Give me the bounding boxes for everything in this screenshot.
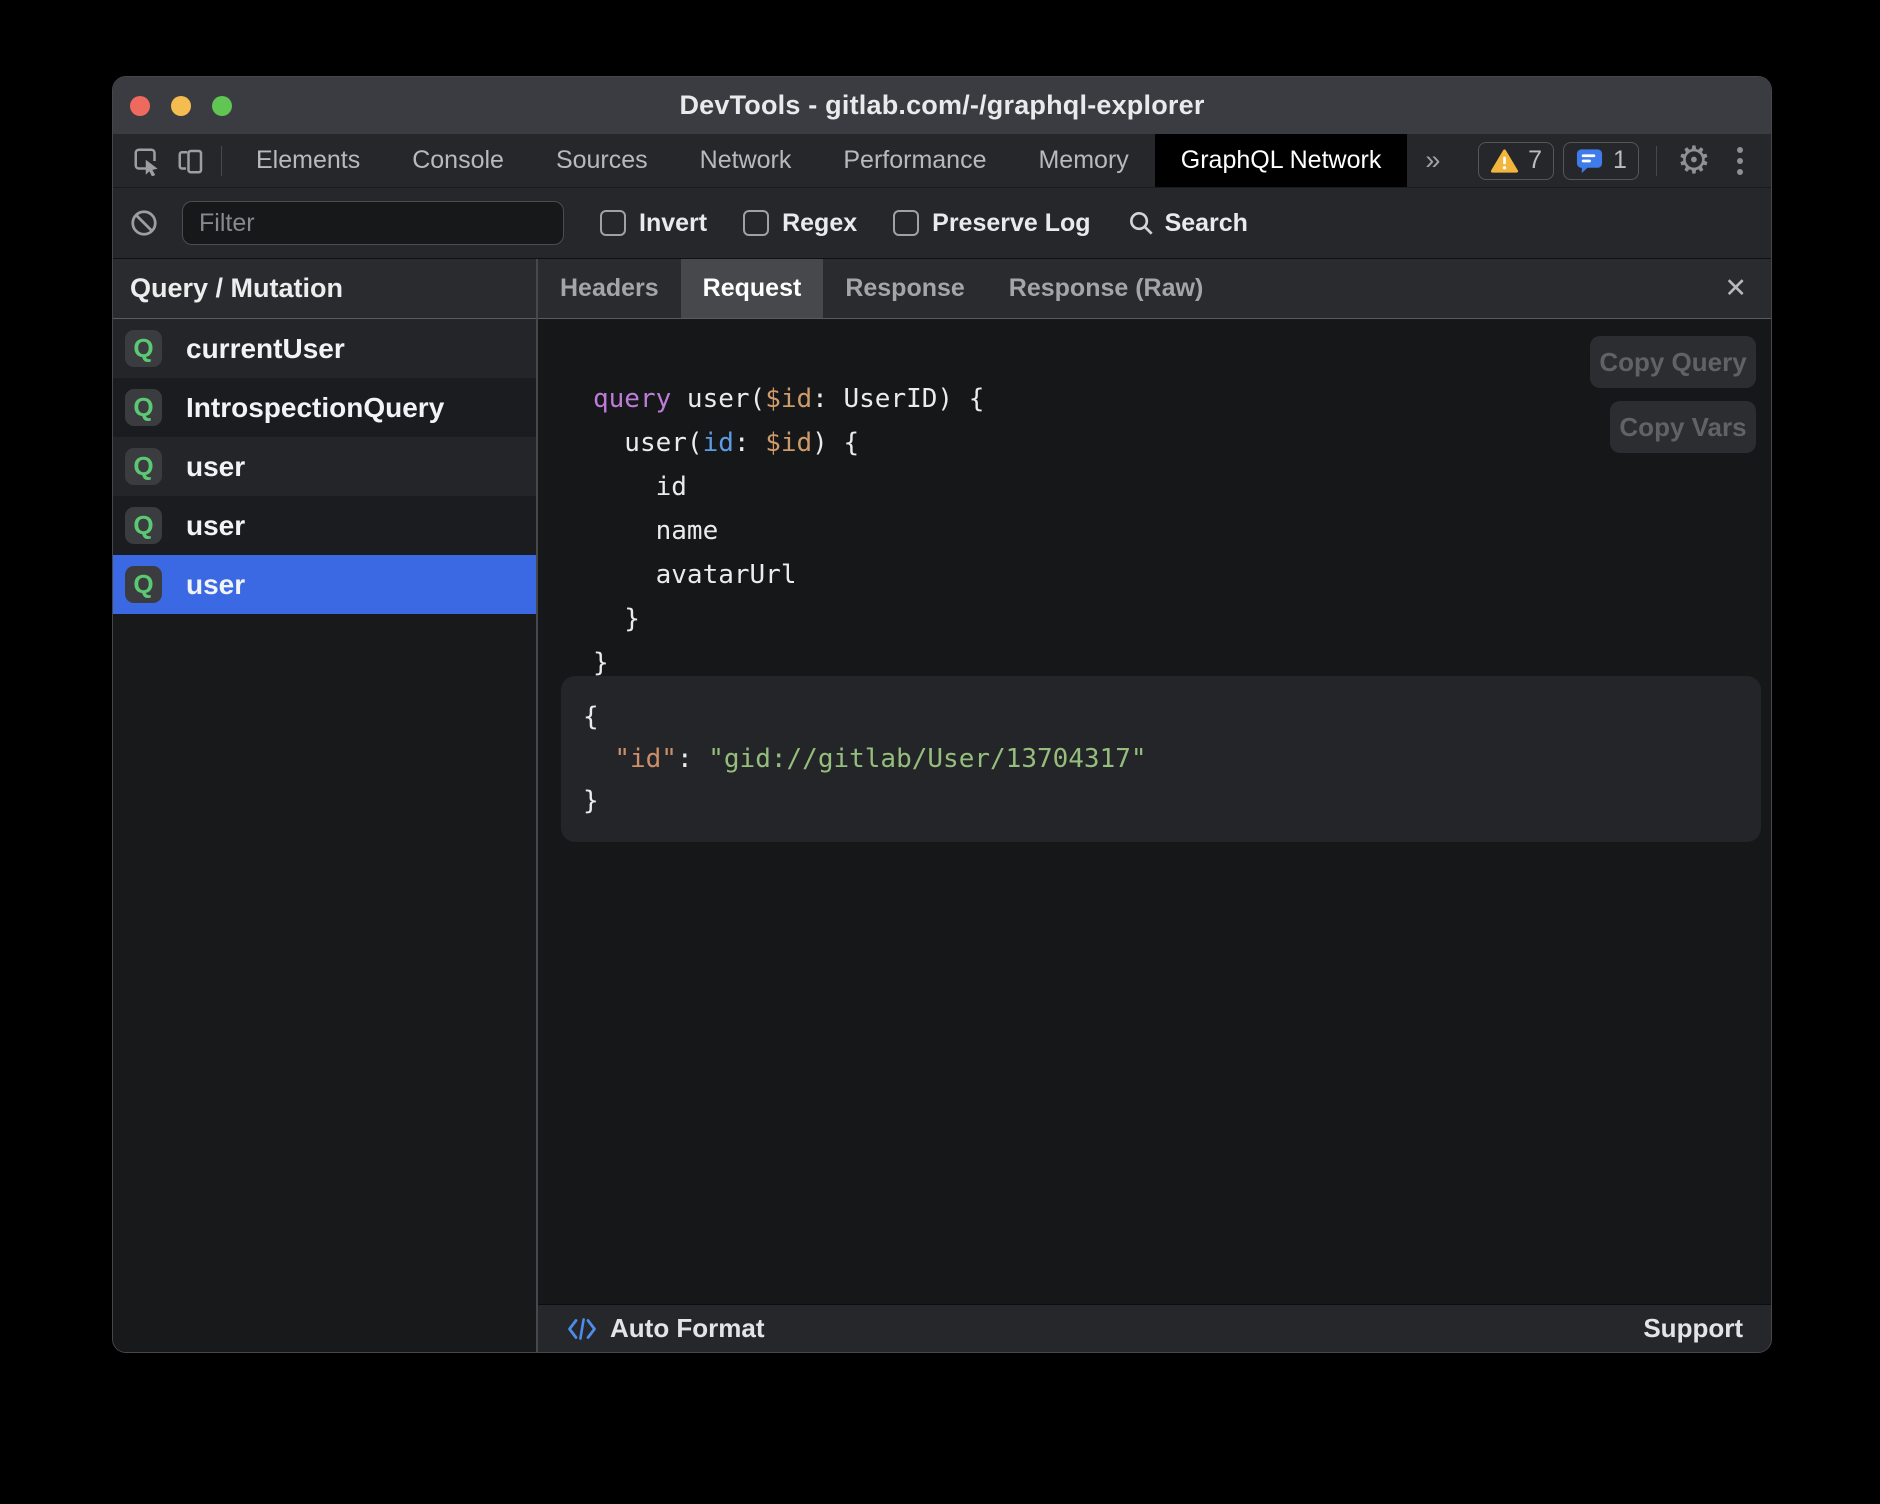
zoom-window-button[interactable]	[212, 96, 232, 116]
search-icon	[1127, 209, 1156, 238]
tab-sources[interactable]: Sources	[530, 134, 674, 187]
clear-icon[interactable]	[128, 201, 160, 245]
query-variables-box: { "id": "gid://gitlab/User/13704317"}	[561, 676, 1761, 842]
checkbox-icon	[893, 210, 919, 236]
minimize-window-button[interactable]	[171, 96, 191, 116]
devtools-window: DevTools - gitlab.com/-/graphql-explorer…	[112, 76, 1772, 1353]
message-count: 1	[1613, 146, 1627, 175]
filter-input[interactable]	[182, 201, 564, 245]
search-button[interactable]: Search	[1127, 209, 1248, 238]
tab-network[interactable]: Network	[674, 134, 818, 187]
detail-panel: Headers Request Response Response (Raw) …	[538, 259, 1771, 1352]
traffic-lights	[130, 77, 232, 134]
toolbar-divider	[1656, 146, 1657, 176]
invert-checkbox[interactable]: Invert	[600, 209, 707, 238]
tab-headers[interactable]: Headers	[538, 259, 681, 318]
query-type-icon: Q	[125, 566, 162, 603]
query-list-item-user-2[interactable]: Q user	[113, 496, 536, 555]
checkbox-icon	[600, 210, 626, 236]
query-type-icon: Q	[125, 448, 162, 485]
query-list-item-currentuser[interactable]: Q currentUser	[113, 319, 536, 378]
support-link[interactable]: Support	[1643, 1313, 1743, 1344]
chat-icon	[1575, 147, 1604, 174]
regex-checkbox[interactable]: Regex	[743, 209, 857, 238]
tab-response[interactable]: Response	[823, 259, 986, 318]
tab-elements[interactable]: Elements	[230, 134, 386, 187]
panel-footer: Auto Format Support	[538, 1304, 1771, 1352]
tab-performance[interactable]: Performance	[817, 134, 1012, 187]
query-list-sidebar: Query / Mutation Q currentUser Q Introsp…	[113, 259, 538, 1352]
detail-tab-bar: Headers Request Response Response (Raw) …	[538, 259, 1771, 319]
close-window-button[interactable]	[130, 96, 150, 116]
kebab-menu-icon[interactable]	[1723, 147, 1757, 175]
screen: { "window": { "title": "DevTools - gitla…	[0, 0, 1880, 1504]
device-toolbar-icon[interactable]	[169, 139, 213, 183]
query-type-icon: Q	[125, 389, 162, 426]
title-bar: DevTools - gitlab.com/-/graphql-explorer	[113, 77, 1771, 134]
request-content: query user($id: UserID) { user(id: $id) …	[538, 319, 1771, 1304]
messages-badge[interactable]: 1	[1563, 142, 1639, 180]
query-type-icon: Q	[125, 330, 162, 367]
close-icon[interactable]: ✕	[1718, 259, 1753, 318]
warnings-badge[interactable]: 7	[1478, 142, 1554, 180]
copy-vars-button[interactable]: Copy Vars	[1610, 401, 1756, 453]
graphql-query-code: query user($id: UserID) { user(id: $id) …	[593, 377, 984, 685]
query-list-item-introspectionquery[interactable]: Q IntrospectionQuery	[113, 378, 536, 437]
main-area: Query / Mutation Q currentUser Q Introsp…	[113, 259, 1771, 1352]
filter-bar: Invert Regex Preserve Log Search	[113, 187, 1771, 259]
toolbar-divider	[221, 146, 222, 176]
query-type-icon: Q	[125, 507, 162, 544]
auto-format-button[interactable]: Auto Format	[566, 1313, 765, 1344]
tab-console[interactable]: Console	[386, 134, 530, 187]
query-variables-json: { "id": "gid://gitlab/User/13704317"}	[583, 696, 1739, 822]
tab-graphql-network[interactable]: GraphQL Network	[1155, 134, 1408, 187]
preserve-log-checkbox[interactable]: Preserve Log	[893, 209, 1090, 238]
query-list-item-user-3-selected[interactable]: Q user	[113, 555, 536, 614]
code-icon	[566, 1316, 598, 1342]
sidebar-header: Query / Mutation	[113, 259, 536, 319]
tab-request[interactable]: Request	[681, 259, 824, 318]
checkbox-icon	[743, 210, 769, 236]
settings-gear-icon[interactable]: ⚙	[1665, 142, 1723, 180]
inspect-element-icon[interactable]	[125, 139, 169, 183]
window-title: DevTools - gitlab.com/-/graphql-explorer	[113, 90, 1771, 121]
tab-response-raw[interactable]: Response (Raw)	[987, 259, 1225, 318]
devtools-tab-bar: Elements Console Sources Network Perform…	[113, 134, 1771, 187]
warning-count: 7	[1528, 146, 1542, 175]
copy-query-button[interactable]: Copy Query	[1590, 336, 1756, 388]
more-tabs-icon[interactable]: »	[1407, 145, 1458, 176]
warning-icon	[1490, 148, 1519, 174]
tab-memory[interactable]: Memory	[1012, 134, 1154, 187]
query-list-item-user-1[interactable]: Q user	[113, 437, 536, 496]
